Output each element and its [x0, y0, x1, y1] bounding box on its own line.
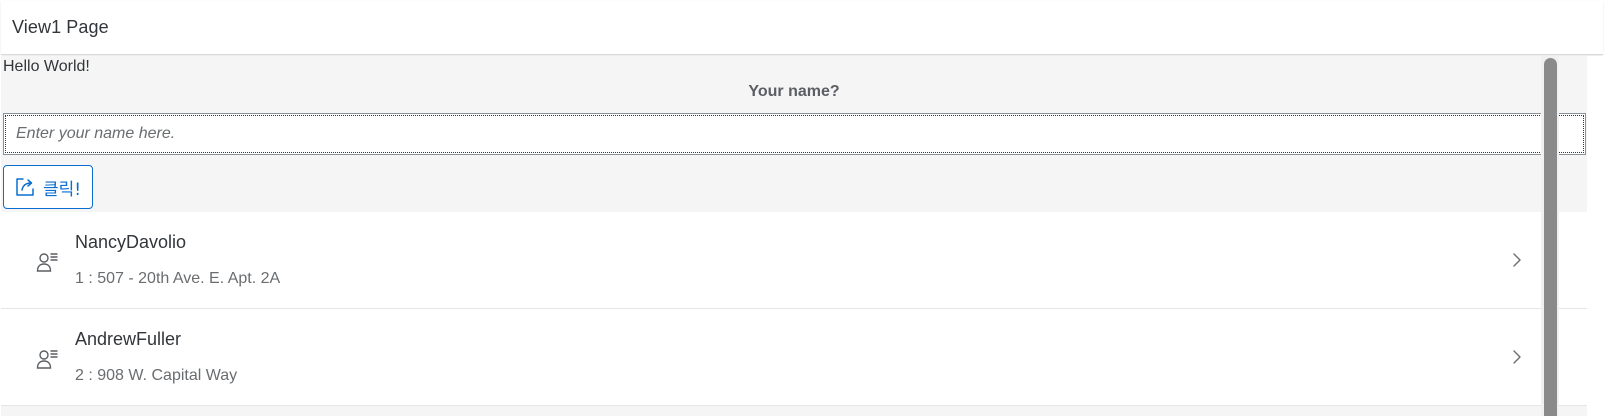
employee-icon — [35, 250, 59, 274]
chevron-right-icon — [1509, 347, 1525, 367]
page-content: Hello World! Your name? 클릭! — [1, 56, 1587, 416]
list-item[interactable]: NancyDavolio 1 : 507 - 20th Ave. E. Apt.… — [1, 212, 1587, 309]
share-icon — [14, 176, 36, 198]
scrollbar-gutter — [1587, 56, 1613, 416]
list-item-description: 1 : 507 - 20th Ave. E. Apt. 2A — [75, 270, 281, 287]
click-button-label: 클릭! — [43, 179, 82, 200]
click-button[interactable]: 클릭! — [3, 165, 94, 209]
scrollbar-thumb[interactable] — [1544, 58, 1557, 416]
greeting-text: Hello World! — [3, 58, 90, 75]
list-item-description: 2 : 908 W. Capital Way — [75, 367, 238, 384]
page-header: View1 Page — [1, 1, 1603, 55]
employee-list: NancyDavolio 1 : 507 - 20th Ave. E. Apt.… — [1, 212, 1587, 406]
name-question-label: Your name? — [748, 83, 840, 100]
employee-icon — [35, 347, 59, 371]
list-item-title: AndrewFuller — [75, 329, 182, 349]
name-input[interactable] — [3, 113, 1586, 155]
app-frame: View1 Page Hello World! Your name? 클릭! — [0, 0, 1613, 416]
chevron-right-icon — [1509, 250, 1525, 270]
list-item-title: NancyDavolio — [75, 232, 187, 252]
page-title: View1 Page — [12, 17, 109, 37]
list-item[interactable]: AndrewFuller 2 : 908 W. Capital Way — [1, 309, 1587, 406]
